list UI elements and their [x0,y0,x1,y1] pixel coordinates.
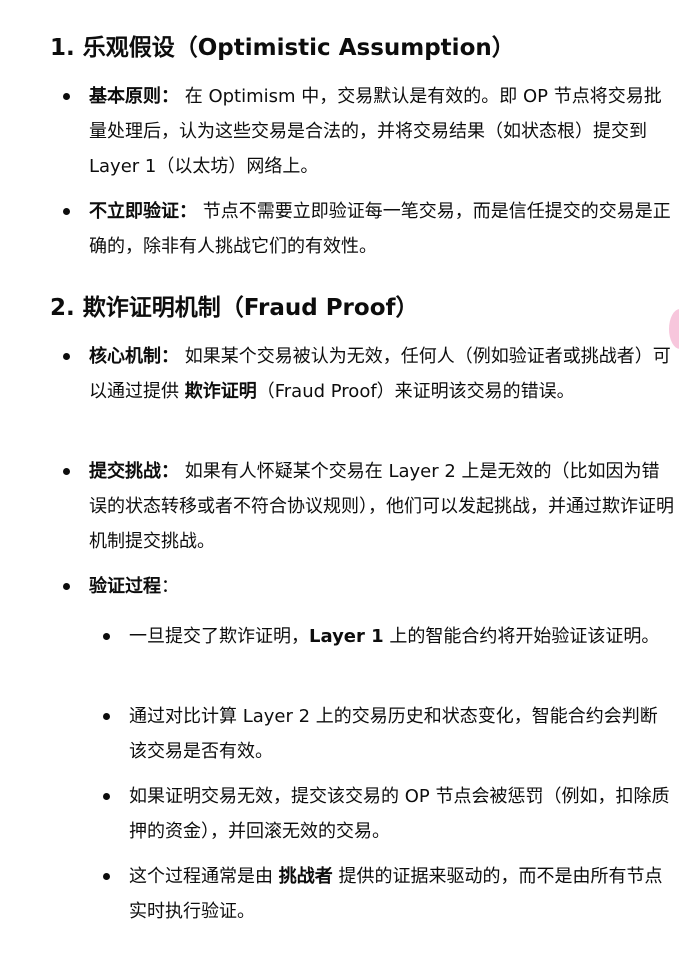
bullet-icon [103,793,110,800]
sub-list-item: 一旦提交了欺诈证明，Layer 1 上的智能合约将开始验证该证明。 [129,619,674,654]
item-emphasis: Layer 1 [309,626,384,647]
item-label-suffix: ： [161,576,179,597]
list-item-verification-process: 验证过程： [89,569,674,604]
item-label: 提交挑战： [89,461,179,482]
item-text: （Fraud Proof）来证明该交易的错误。 [256,381,575,402]
item-emphasis: 欺诈证明 [184,381,257,402]
list-item-no-immediate-verification: 不立即验证： 节点不需要立即验证每一笔交易，而是信任提交的交易是正确的，除非有人… [89,194,674,264]
bullet-icon [63,208,70,215]
bullet-icon [63,93,70,100]
bullet-icon [103,633,110,640]
bullet-icon [103,713,110,720]
item-text: 一旦提交了欺诈证明， [129,626,309,647]
section-heading-optimistic-assumption: 1. 乐观假设（Optimistic Assumption） [50,35,515,61]
sub-list-item: 通过对比计算 Layer 2 上的交易历史和状态变化，智能合约会判断该交易是否有… [129,699,674,769]
item-text: 如果证明交易无效，提交该交易的 OP 节点会被惩罚（例如，扣除质押的资金），并回… [129,786,670,842]
section-heading-fraud-proof: 2. 欺诈证明机制（Fraud Proof） [50,295,419,321]
sub-list-item: 如果证明交易无效，提交该交易的 OP 节点会被惩罚（例如，扣除质押的资金），并回… [129,779,674,849]
item-text: 上的智能合约将开始验证该证明。 [383,626,660,647]
item-label: 验证过程 [89,576,161,597]
list-item-submit-challenge: 提交挑战： 如果有人怀疑某个交易在 Layer 2 上是无效的（比如因为错误的状… [89,454,674,559]
item-label: 基本原则： [89,86,179,107]
bullet-icon [103,873,110,880]
bullet-icon [63,583,70,590]
item-label: 不立即验证： [89,201,197,222]
sub-list-item: 这个过程通常是由 挑战者 提供的证据来驱动的，而不是由所有节点实时执行验证。 [129,859,674,929]
bullet-icon [63,353,70,360]
item-text: 这个过程通常是由 [129,866,279,887]
bullet-icon [63,468,70,475]
item-label: 核心机制： [89,346,179,367]
item-text: 通过对比计算 Layer 2 上的交易历史和状态变化，智能合约会判断该交易是否有… [129,706,658,762]
list-item-basic-principle: 基本原则： 在 Optimism 中，交易默认是有效的。即 OP 节点将交易批量… [89,79,674,184]
list-item-core-mechanism: 核心机制： 如果某个交易被认为无效，任何人（例如验证者或挑战者）可以通过提供 欺… [89,339,674,409]
item-emphasis: 挑战者 [278,866,333,887]
